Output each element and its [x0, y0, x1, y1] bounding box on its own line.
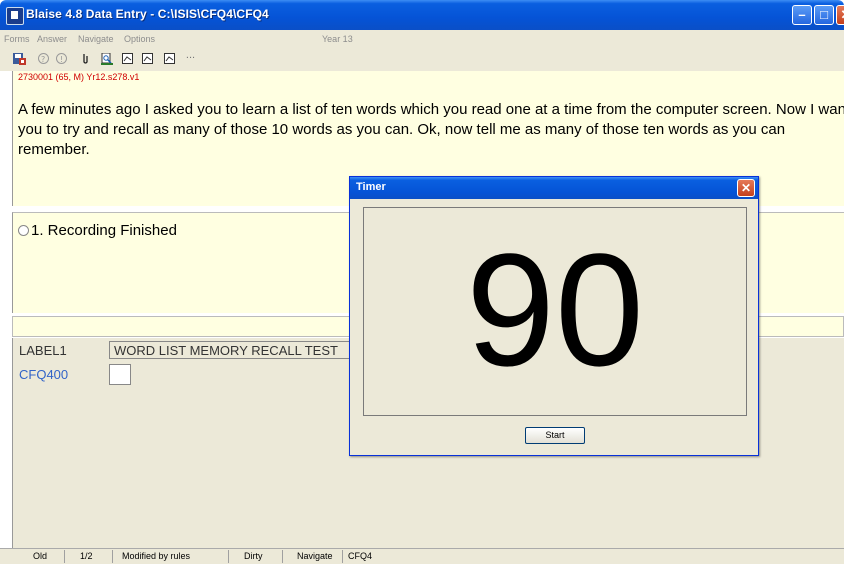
timer-dialog: Timer ✕ 90 Start — [349, 176, 759, 456]
help-icon[interactable]: ? — [38, 53, 49, 64]
timer-display: 90 — [363, 207, 747, 416]
record-id: 2730001 (65, M) Yr12.s278.v1 — [18, 72, 140, 82]
timer-close-button[interactable]: ✕ — [737, 179, 755, 197]
maximize-button[interactable]: □ — [814, 5, 834, 25]
svg-text:!: ! — [60, 55, 63, 64]
menu-navigate[interactable]: Navigate — [78, 34, 114, 44]
answer-option-1[interactable]: 1. Recording Finished — [31, 222, 177, 239]
page-1-icon[interactable] — [122, 53, 133, 64]
window-title: Blaise 4.8 Data Entry - C:\ISIS\CFQ4\CFQ… — [26, 7, 269, 21]
more-icon[interactable]: ... — [185, 50, 196, 61]
year-label: Year 13 — [322, 34, 353, 44]
status-mode: Old — [33, 551, 48, 561]
search-doc-icon[interactable] — [101, 52, 113, 65]
app-icon[interactable] — [6, 7, 24, 25]
title-bar: Blaise 4.8 Data Entry - C:\ISIS\CFQ4\CFQ… — [0, 0, 844, 30]
page-2-icon[interactable] — [142, 53, 153, 64]
timer-title-bar: Timer ✕ — [350, 177, 758, 199]
menu-answer[interactable]: Answer — [37, 34, 67, 44]
page-3-icon[interactable] — [164, 53, 175, 64]
toolbar: ? ! ... — [0, 47, 844, 71]
cfq400-input[interactable] — [109, 364, 131, 385]
field-name-label1: LABEL1 — [19, 343, 67, 358]
svg-text:?: ? — [41, 55, 45, 64]
close-button[interactable]: ✕ — [836, 5, 844, 25]
question-text: A few minutes ago I asked you to learn a… — [18, 101, 844, 158]
menu-forms[interactable]: Forms — [4, 34, 30, 44]
status-page: 1/2 — [80, 551, 93, 561]
menu-options[interactable]: Options — [124, 34, 155, 44]
answer-radio-1[interactable] — [18, 225, 29, 236]
start-button[interactable]: Start — [525, 427, 585, 444]
menu-bar: Forms Answer Navigate Options Year 13 — [0, 30, 844, 47]
timer-count: 90 — [466, 220, 644, 399]
save-icon[interactable] — [13, 53, 26, 65]
status-field: CFQ4 — [348, 551, 373, 561]
status-bar: Old 1/2 Modified by rules Dirty Navigate… — [0, 548, 844, 564]
attach-icon[interactable] — [80, 53, 91, 64]
status-modified: Modified by rules — [122, 551, 191, 561]
timer-title: Timer — [356, 181, 386, 193]
status-dirty: Dirty — [244, 551, 263, 561]
field-name-cfq400[interactable]: CFQ400 — [19, 367, 68, 382]
status-navigate: Navigate — [297, 551, 333, 561]
info-icon[interactable]: ! — [56, 53, 67, 64]
minimize-button[interactable]: – — [792, 5, 812, 25]
